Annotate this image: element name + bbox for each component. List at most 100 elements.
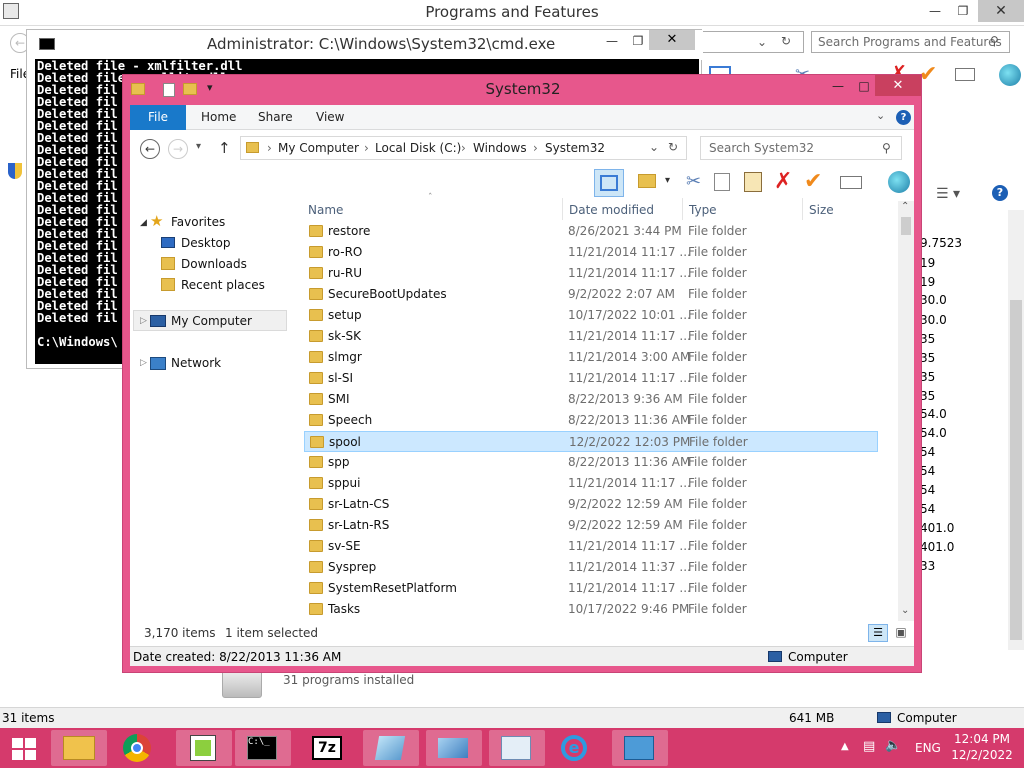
- taskbar-clock[interactable]: 12:04 PM 12/2/2022: [950, 731, 1014, 763]
- file-list-scrollbar[interactable]: ⌃ ⌄: [898, 201, 914, 621]
- rename-icon[interactable]: [955, 68, 975, 81]
- large-icons-view-button[interactable]: ▣: [892, 624, 910, 642]
- table-row[interactable]: sv-SE 11/21/2014 11:17 ... File folder: [304, 536, 878, 557]
- expand-arrow-icon[interactable]: ◢: [140, 218, 147, 228]
- breadcrumb-windows[interactable]: Windows: [473, 141, 527, 155]
- column-header-name[interactable]: Name: [308, 203, 343, 217]
- tab-file[interactable]: File: [130, 105, 186, 130]
- table-row[interactable]: sk-SK 11/21/2014 11:17 ... File folder: [304, 326, 878, 347]
- table-row[interactable]: slmgr 11/21/2014 3:00 AM File folder: [304, 347, 878, 368]
- search-icon[interactable]: ⚲: [882, 141, 891, 155]
- folder-options-icon[interactable]: [638, 174, 656, 188]
- taskbar-notepadpp[interactable]: [176, 730, 232, 766]
- refresh-icon[interactable]: ↻: [781, 34, 791, 48]
- taskbar-app-blue-2[interactable]: [426, 730, 482, 766]
- table-row[interactable]: Sysprep 11/21/2014 11:37 ... File folder: [304, 557, 878, 578]
- network-icon[interactable]: ▤: [863, 739, 875, 754]
- table-row[interactable]: setup 10/17/2022 10:01 ... File folder: [304, 305, 878, 326]
- breadcrumb-local-disk[interactable]: Local Disk (C:): [375, 141, 461, 155]
- breadcrumb-my-computer[interactable]: My Computer: [278, 141, 359, 155]
- pf-search-input[interactable]: Search Programs and Features: [811, 31, 1010, 53]
- back-button[interactable]: ←: [140, 139, 160, 159]
- taskbar-7zip[interactable]: 7z: [300, 730, 356, 766]
- language-indicator[interactable]: ENG: [915, 741, 941, 755]
- pf-address-bar[interactable]: ⌄ ↻: [700, 31, 804, 53]
- explorer-window[interactable]: ▾ System32 — □ ✕ File Home Share View ⌄ …: [122, 74, 922, 673]
- nav-my-computer[interactable]: My Computer: [171, 314, 252, 328]
- table-row[interactable]: restore 8/26/2021 3:44 PM File folder: [304, 221, 878, 242]
- volume-icon[interactable]: 🔈: [885, 738, 901, 753]
- search-input[interactable]: Search System32: [700, 136, 902, 160]
- column-header-size[interactable]: Size: [809, 203, 834, 217]
- ribbon-expand-icon[interactable]: ⌄: [876, 109, 885, 122]
- expand-arrow-icon[interactable]: ▷: [140, 358, 147, 368]
- nav-downloads[interactable]: Downloads: [181, 257, 247, 271]
- view-options-icon[interactable]: ☰ ▾: [936, 186, 960, 202]
- help-icon[interactable]: ?: [896, 110, 911, 125]
- table-row[interactable]: spool 12/2/2022 12:03 PM File folder: [304, 431, 878, 452]
- globe-icon[interactable]: [999, 64, 1021, 86]
- table-row[interactable]: sr-Latn-RS 9/2/2022 12:59 AM File folder: [304, 515, 878, 536]
- file-list-scrollbar-thumb[interactable]: [901, 217, 911, 235]
- cut-icon[interactable]: ✂: [686, 171, 701, 192]
- table-row[interactable]: sl-SI 11/21/2014 11:17 ... File folder: [304, 368, 878, 389]
- tab-home[interactable]: Home: [201, 105, 236, 130]
- explorer-close-button[interactable]: ✕: [875, 75, 921, 96]
- globe-icon[interactable]: [888, 171, 910, 193]
- taskbar-app-blue-1[interactable]: [363, 730, 419, 766]
- address-dropdown-icon[interactable]: ⌄: [649, 140, 659, 154]
- column-divider[interactable]: [682, 198, 683, 220]
- recent-locations-icon[interactable]: ▾: [196, 141, 201, 152]
- preview-pane-icon[interactable]: [594, 169, 624, 197]
- taskbar-cmd[interactable]: C:\_: [235, 730, 291, 766]
- table-row[interactable]: ro-RO 11/21/2014 11:17 ... File folder: [304, 242, 878, 263]
- nav-network[interactable]: Network: [171, 356, 221, 370]
- show-hidden-icons[interactable]: ▲: [841, 741, 849, 752]
- breadcrumb-system32[interactable]: System32: [545, 141, 605, 155]
- expand-arrow-icon[interactable]: ▷: [140, 316, 147, 326]
- pf-maximize-button[interactable]: ❐: [948, 0, 978, 22]
- table-row[interactable]: Tasks 10/17/2022 9:46 PM File folder: [304, 599, 878, 620]
- table-row[interactable]: SMI 8/22/2013 9:36 AM File folder: [304, 389, 878, 410]
- paste-icon[interactable]: [744, 172, 762, 192]
- table-row[interactable]: spp 8/22/2013 11:36 AM File folder: [304, 452, 878, 473]
- cmd-close-button[interactable]: ✕: [649, 30, 695, 50]
- pf-scrollbar-thumb[interactable]: [1010, 300, 1022, 640]
- column-header-type[interactable]: Type: [689, 203, 717, 217]
- taskbar-control-panel[interactable]: [612, 730, 668, 766]
- refresh-icon[interactable]: ↻: [668, 140, 678, 154]
- table-row[interactable]: SecureBootUpdates 9/2/2022 2:07 AM File fo…: [304, 284, 878, 305]
- address-bar[interactable]: › My Computer › Local Disk (C:) › Window…: [240, 136, 687, 160]
- table-row[interactable]: sr-Latn-CS 9/2/2022 12:59 AM File folder: [304, 494, 878, 515]
- help-icon[interactable]: ?: [992, 185, 1008, 201]
- pf-minimize-button[interactable]: —: [920, 0, 950, 22]
- column-divider[interactable]: [562, 198, 563, 220]
- nav-recent-places[interactable]: Recent places: [181, 278, 265, 292]
- details-view-button[interactable]: ☰: [868, 624, 888, 642]
- table-row[interactable]: Speech 8/22/2013 11:36 AM File folder: [304, 410, 878, 431]
- column-divider[interactable]: [802, 198, 803, 220]
- table-row[interactable]: ru-RU 11/21/2014 11:17 ... File folder: [304, 263, 878, 284]
- forward-button[interactable]: →: [168, 139, 188, 159]
- scroll-down-icon[interactable]: ⌄: [901, 605, 909, 616]
- pf-close-button[interactable]: ✕: [978, 0, 1024, 22]
- start-button[interactable]: [0, 730, 48, 766]
- search-icon[interactable]: ⚲: [990, 34, 999, 48]
- check-icon[interactable]: ✔: [804, 169, 822, 194]
- tab-share[interactable]: Share: [258, 105, 293, 130]
- chevron-down-icon[interactable]: ⌄: [757, 35, 767, 49]
- taskbar-chrome[interactable]: [111, 730, 167, 766]
- table-row[interactable]: SystemResetPlatform 11/21/2014 11:17 ... F…: [304, 578, 878, 599]
- chevron-down-icon[interactable]: ▾: [665, 175, 670, 186]
- copy-icon[interactable]: [714, 173, 730, 191]
- nav-favorites[interactable]: Favorites: [171, 215, 225, 229]
- scroll-up-icon[interactable]: ⌃: [901, 201, 909, 212]
- taskbar-resource-monitor[interactable]: [489, 730, 545, 766]
- taskbar-ie[interactable]: e: [547, 730, 603, 766]
- rename-icon[interactable]: [840, 176, 862, 189]
- up-button[interactable]: ↑: [218, 139, 231, 157]
- nav-desktop[interactable]: Desktop: [181, 236, 231, 250]
- column-header-date[interactable]: Date modified: [569, 203, 654, 217]
- taskbar-explorer[interactable]: [51, 730, 107, 766]
- tab-view[interactable]: View: [316, 105, 344, 130]
